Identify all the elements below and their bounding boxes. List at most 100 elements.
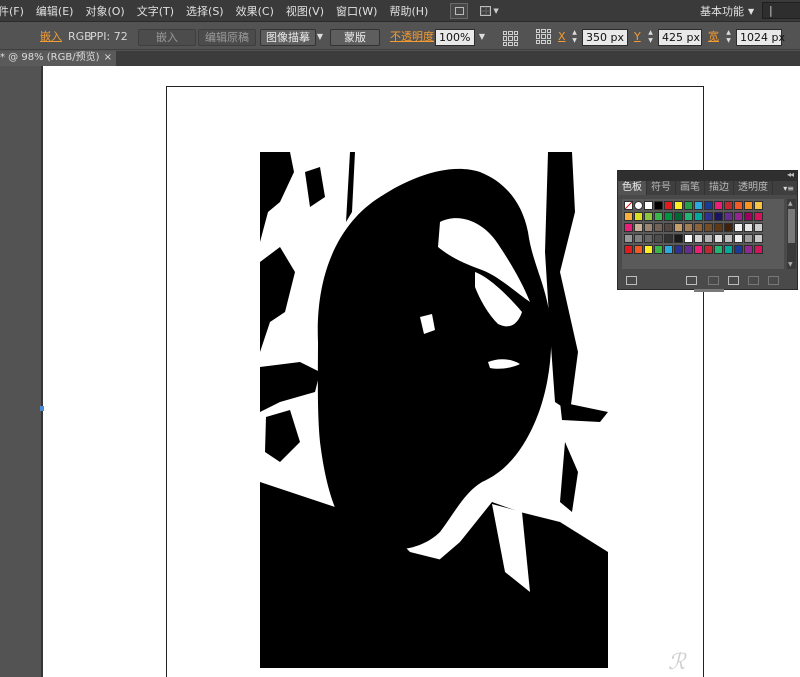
panel-menu-icon[interactable]: ▾≡ [783,184,794,193]
document-tab[interactable]: * @ 98% (RGB/预览) × [0,51,116,66]
embed-button[interactable]: 嵌入 [138,29,196,46]
swatch[interactable] [694,234,703,243]
swatch[interactable] [624,234,633,243]
swatch[interactable] [744,245,753,254]
swatch-none[interactable] [624,201,633,210]
swatch[interactable] [714,234,723,243]
search-input[interactable]: | [762,2,800,19]
swatch[interactable] [664,201,673,210]
swatch[interactable] [674,234,683,243]
swatch[interactable] [694,245,703,254]
swatch[interactable] [644,212,653,221]
show-swatch-kinds-icon[interactable] [686,276,697,285]
swatch[interactable] [724,234,733,243]
collapse-panel-icon[interactable]: ◂◂ [787,170,794,179]
new-color-group-icon[interactable] [728,276,739,285]
swatch[interactable] [734,201,743,210]
y-stepper[interactable]: ▲ ▼ [646,29,655,46]
menu-object[interactable]: 对象(O) [85,3,124,19]
mask-button[interactable]: 蒙版 [330,29,380,46]
tab-brushes[interactable]: 画笔 [676,181,705,195]
embedded-label[interactable]: 嵌入 [40,29,62,46]
transform-options-icon[interactable] [503,31,518,48]
menu-file[interactable]: 件(F) [0,3,24,19]
edit-original-button[interactable]: 编辑原稿 [198,29,256,46]
swatch[interactable] [684,245,693,254]
swatch[interactable] [754,223,763,232]
delete-swatch-icon[interactable] [768,276,779,285]
menu-type[interactable]: 文字(T) [137,3,174,19]
swatch[interactable] [754,245,763,254]
trace-preset-dropdown-icon[interactable]: ▼ [315,29,325,46]
swatch[interactable] [744,212,753,221]
swatch[interactable] [644,223,653,232]
workspace-switcher[interactable]: 基本功能 ▼ [700,3,754,19]
swatch[interactable] [684,234,693,243]
menu-help[interactable]: 帮助(H) [389,3,428,19]
swatch[interactable] [734,223,743,232]
width-field[interactable]: 1024 px [736,29,785,46]
swatch[interactable] [724,212,733,221]
menu-window[interactable]: 窗口(W) [336,3,377,19]
swatch[interactable] [674,223,683,232]
swatch[interactable] [664,245,673,254]
bridge-icon[interactable] [450,2,469,19]
swatch[interactable] [734,245,743,254]
swatch[interactable] [714,245,723,254]
swatch[interactable] [754,201,763,210]
swatch[interactable] [654,234,663,243]
swatch[interactable] [644,245,653,254]
image-trace-button[interactable]: 图像描摹 [260,29,316,46]
swatch[interactable] [714,201,723,210]
traced-portrait-image[interactable] [260,152,608,668]
swatch[interactable] [724,245,733,254]
width-stepper[interactable]: ▲ ▼ [724,29,733,46]
swatch[interactable] [734,212,743,221]
tab-symbols[interactable]: 符号 [647,181,676,195]
menu-view[interactable]: 视图(V) [286,3,324,19]
swatch-registration[interactable] [634,201,643,210]
swatch[interactable] [694,212,703,221]
menu-edit[interactable]: 编辑(E) [36,3,74,19]
arrange-documents-icon[interactable]: ▼ [480,3,506,19]
swatch[interactable] [664,234,673,243]
tab-transparency[interactable]: 透明度 [734,181,773,195]
swatch[interactable] [664,223,673,232]
swatch[interactable] [724,223,733,232]
swatch[interactable] [634,223,643,232]
swatch[interactable] [654,201,663,210]
swatch[interactable] [744,234,753,243]
swatch-scrollbar[interactable]: ▲ ▼ [787,199,796,269]
swatch[interactable] [674,212,683,221]
swatch[interactable] [674,245,683,254]
swatch[interactable] [684,212,693,221]
opacity-dropdown-icon[interactable]: ▼ [477,29,487,46]
swatch-libraries-icon[interactable] [626,276,637,285]
x-field[interactable]: 350 px [582,29,628,46]
swatch[interactable] [714,223,723,232]
reference-point-icon[interactable] [536,29,551,46]
swatch[interactable] [734,234,743,243]
swatch[interactable] [644,201,653,210]
swatch[interactable] [654,245,663,254]
swatch[interactable] [714,212,723,221]
swatch[interactable] [654,223,663,232]
swatch[interactable] [704,234,713,243]
swatch[interactable] [754,234,763,243]
swatch[interactable] [704,212,713,221]
swatch[interactable] [744,201,753,210]
panel-resize-grip[interactable] [694,289,724,292]
panel-header[interactable]: ◂◂ [618,170,797,181]
swatch[interactable] [704,245,713,254]
new-swatch-icon[interactable] [748,276,759,285]
x-stepper[interactable]: ▲ ▼ [570,29,579,46]
swatch[interactable] [744,223,753,232]
swatch[interactable] [654,212,663,221]
swatch[interactable] [704,223,713,232]
swatch-options-icon[interactable] [708,276,719,285]
swatch[interactable] [674,201,683,210]
menu-select[interactable]: 选择(S) [186,3,224,19]
swatch[interactable] [644,234,653,243]
swatch[interactable] [624,212,633,221]
opacity-field[interactable]: 100% [435,29,475,46]
